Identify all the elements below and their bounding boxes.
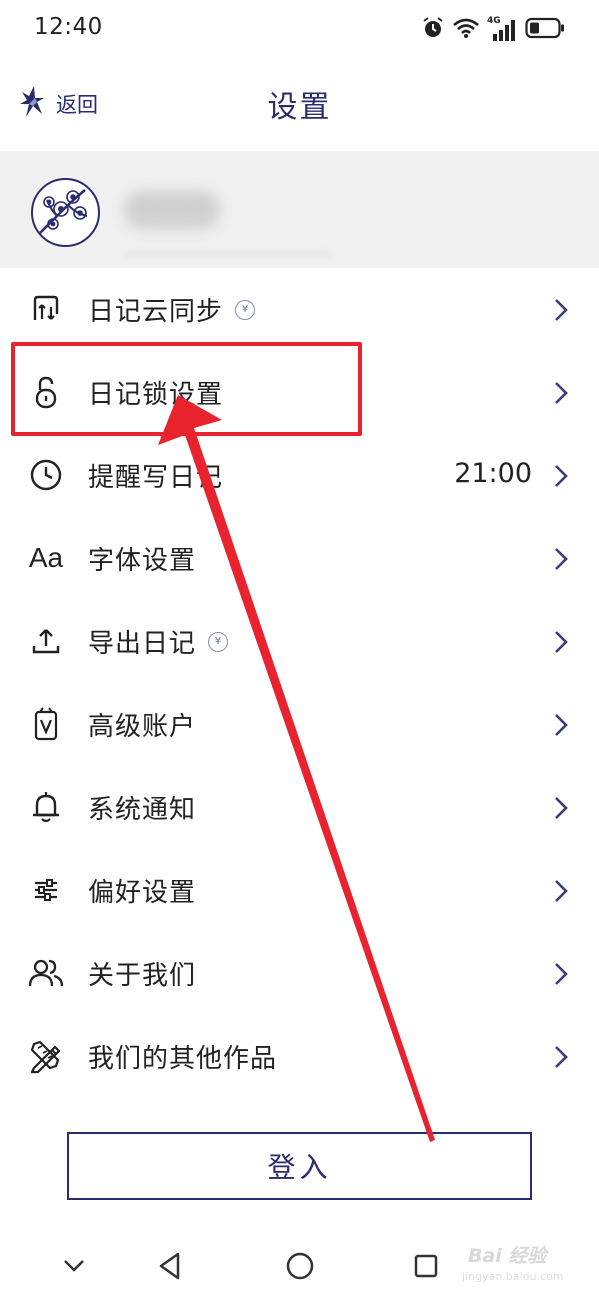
menu-item-label: 提醒写日记 bbox=[88, 463, 224, 493]
chevron-down-icon bbox=[64, 1260, 84, 1272]
chevron-right-icon bbox=[555, 797, 568, 819]
triangle-back-icon bbox=[159, 1252, 180, 1280]
watermark-text: Bai 经验 bbox=[468, 1245, 547, 1267]
nav-back-button[interactable] bbox=[150, 1246, 190, 1286]
page-title: 设置 bbox=[267, 90, 332, 125]
menu-item-label: 关于我们 bbox=[88, 961, 197, 991]
nav-recents-button[interactable] bbox=[406, 1246, 446, 1286]
menu-item-reminder[interactable]: 提醒写日记 21:00 bbox=[0, 434, 599, 517]
menu-item-label: 高级账户 bbox=[88, 712, 197, 742]
baidu-watermark: Bai 经验 jingyan.baidu.com bbox=[458, 1237, 578, 1287]
plum-blossom-icon bbox=[38, 189, 88, 235]
tools-icon bbox=[26, 1036, 66, 1076]
bell-icon bbox=[26, 787, 66, 827]
circle-home-icon bbox=[286, 1252, 314, 1280]
menu-item-cloud-sync[interactable]: 日记云同步 ¥ bbox=[0, 268, 599, 351]
menu-item-label: 日记锁设置 bbox=[88, 380, 224, 410]
chevron-right-icon bbox=[555, 1046, 568, 1068]
chevron-right-icon bbox=[555, 631, 568, 653]
menu-item-notifications[interactable]: 系统通知 bbox=[0, 766, 599, 849]
status-time: 12:40 bbox=[34, 14, 103, 40]
status-bar: 12:40 4G bbox=[0, 0, 599, 58]
premium-account-icon bbox=[26, 704, 66, 744]
menu-item-other-works[interactable]: 我们的其他作品 bbox=[0, 1015, 599, 1098]
chevron-right-icon bbox=[555, 548, 568, 570]
sliders-icon bbox=[26, 870, 66, 910]
font-icon: Aa bbox=[28, 542, 64, 573]
menu-item-about[interactable]: 关于我们 bbox=[0, 932, 599, 1015]
watermark-sub: jingyan.baidu.com bbox=[462, 1270, 564, 1283]
alarm-icon bbox=[421, 16, 445, 44]
nav-collapse-button[interactable] bbox=[54, 1246, 94, 1286]
chevron-right-icon bbox=[555, 880, 568, 902]
username-underline bbox=[124, 251, 330, 257]
login-button[interactable]: 登入 bbox=[67, 1132, 532, 1200]
coin-icon: ¥ bbox=[208, 631, 229, 652]
menu-item-label: 导出日记 ¥ bbox=[88, 623, 229, 660]
menu-item-label: 系统通知 bbox=[88, 795, 197, 825]
chevron-right-icon bbox=[555, 714, 568, 736]
menu-item-label: 字体设置 bbox=[88, 546, 197, 576]
clock-icon bbox=[26, 455, 66, 495]
menu-item-font[interactable]: Aa 字体设置 bbox=[0, 517, 599, 600]
chevron-right-icon bbox=[555, 465, 568, 487]
cloud-sync-icon bbox=[26, 289, 66, 329]
coin-icon: ¥ bbox=[235, 299, 256, 320]
header: 返回 设置 bbox=[0, 62, 599, 148]
menu-item-diary-lock[interactable]: 日记锁设置 bbox=[0, 351, 599, 434]
avatar[interactable] bbox=[31, 178, 100, 247]
menu-item-premium[interactable]: 高级账户 bbox=[0, 683, 599, 766]
status-icons: 4G bbox=[421, 16, 565, 44]
menu-item-export[interactable]: 导出日记 ¥ bbox=[0, 600, 599, 683]
username-blurred bbox=[124, 191, 220, 229]
chevron-right-icon bbox=[555, 299, 568, 321]
menu-item-label: 偏好设置 bbox=[88, 878, 197, 908]
reminder-time-value: 21:00 bbox=[454, 458, 532, 489]
menu-item-label: 我们的其他作品 bbox=[88, 1044, 278, 1074]
chevron-right-icon bbox=[555, 382, 568, 404]
menu-item-label: 日记云同步 ¥ bbox=[88, 291, 256, 328]
export-icon bbox=[26, 621, 66, 661]
signal-icon: 4G bbox=[487, 16, 517, 42]
chevron-right-icon bbox=[555, 963, 568, 985]
battery-icon bbox=[525, 17, 565, 43]
square-recents-icon bbox=[414, 1254, 438, 1278]
people-icon bbox=[26, 953, 66, 993]
login-label: 登入 bbox=[267, 1151, 332, 1184]
nav-home-button[interactable] bbox=[280, 1246, 320, 1286]
profile-section[interactable] bbox=[0, 151, 599, 268]
lock-icon bbox=[26, 372, 66, 412]
wifi-icon bbox=[453, 17, 479, 43]
menu-item-preferences[interactable]: 偏好设置 bbox=[0, 849, 599, 932]
